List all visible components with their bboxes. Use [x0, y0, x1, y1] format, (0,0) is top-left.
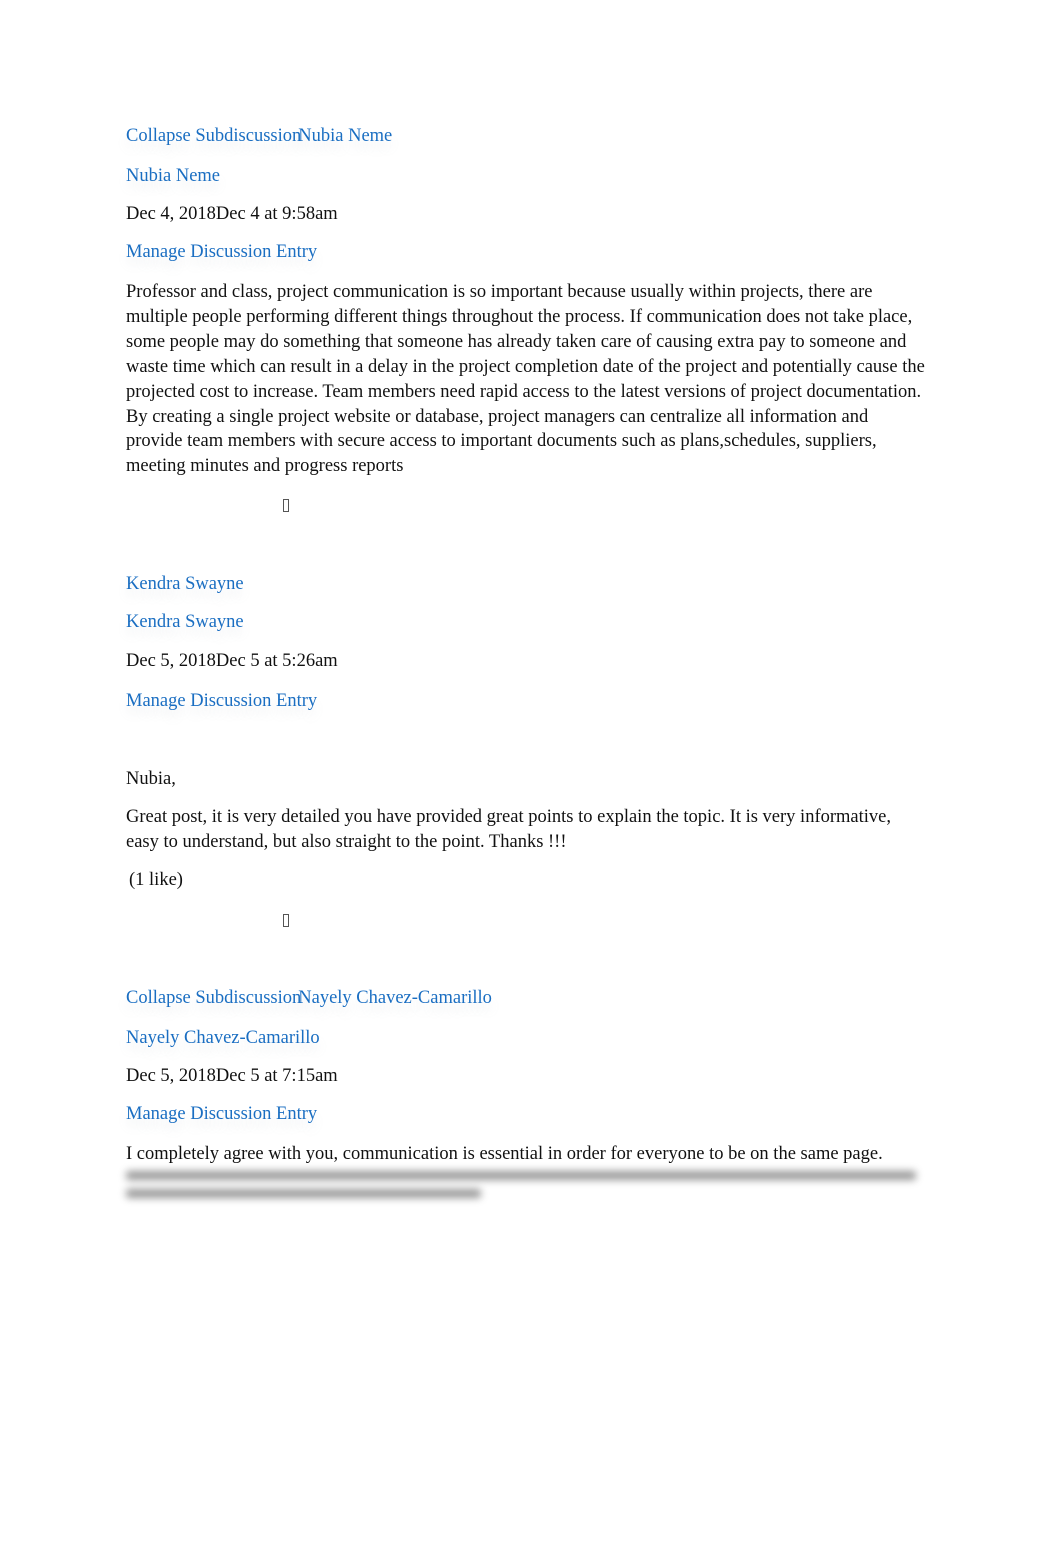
post-greeting: Nubia,: [126, 769, 176, 789]
blurred-content: [126, 1163, 921, 1207]
collapse-subdiscussion-label[interactable]: Collapse Subdiscussion: [126, 988, 301, 1008]
collapse-author-name[interactable]: Nayely Chavez-Camarillo: [298, 988, 492, 1008]
post-body: Professor and class, project communicati…: [126, 280, 926, 479]
post-date-detail: Dec 5 at 7:15am: [215, 1066, 338, 1086]
missing-glyph-icon[interactable]: [283, 499, 289, 512]
post-date-detail: Dec 4 at 9:58am: [215, 204, 338, 224]
manage-discussion-entry-link[interactable]: Manage Discussion Entry: [126, 690, 317, 712]
post-body: Great post, it is very detailed you have…: [126, 805, 926, 855]
manage-discussion-entry-link[interactable]: Manage Discussion Entry: [126, 241, 317, 263]
post-body-text: Great post, it is very detailed you have…: [126, 807, 891, 852]
post-body-text: Professor and class, project communicati…: [126, 282, 925, 477]
collapse-subdiscussion-link[interactable]: Collapse SubdiscussionNayely Chavez-Cama…: [126, 987, 492, 1009]
collapse-subdiscussion-label[interactable]: Collapse Subdiscussion: [126, 126, 301, 146]
manage-discussion-entry-link[interactable]: Manage Discussion Entry: [126, 1103, 317, 1125]
post-date: Dec 4, 2018Dec 4 at 9:58am: [126, 203, 338, 225]
reply-author-header-link[interactable]: Kendra Swayne: [126, 573, 244, 595]
missing-glyph-icon[interactable]: [283, 914, 289, 927]
author-link[interactable]: Nubia Neme: [126, 165, 220, 187]
author-link[interactable]: Kendra Swayne: [126, 611, 244, 633]
post-date: Dec 5, 2018Dec 5 at 7:15am: [126, 1065, 338, 1087]
collapse-subdiscussion-link[interactable]: Collapse SubdiscussionNubia Neme: [126, 125, 392, 147]
post-date: Dec 5, 2018Dec 5 at 5:26am: [126, 650, 338, 672]
post-date-short: Dec 5, 2018: [126, 1066, 216, 1086]
post-date-short: Dec 5, 2018: [126, 651, 216, 671]
collapse-author-name[interactable]: Nubia Neme: [298, 126, 392, 146]
author-link[interactable]: Nayely Chavez-Camarillo: [126, 1027, 320, 1049]
post-body-text: I completely agree with you, communicati…: [126, 1144, 883, 1164]
post-date-detail: Dec 5 at 5:26am: [215, 651, 338, 671]
like-count[interactable]: (1 like): [129, 869, 183, 891]
post-date-short: Dec 4, 2018: [126, 204, 216, 224]
